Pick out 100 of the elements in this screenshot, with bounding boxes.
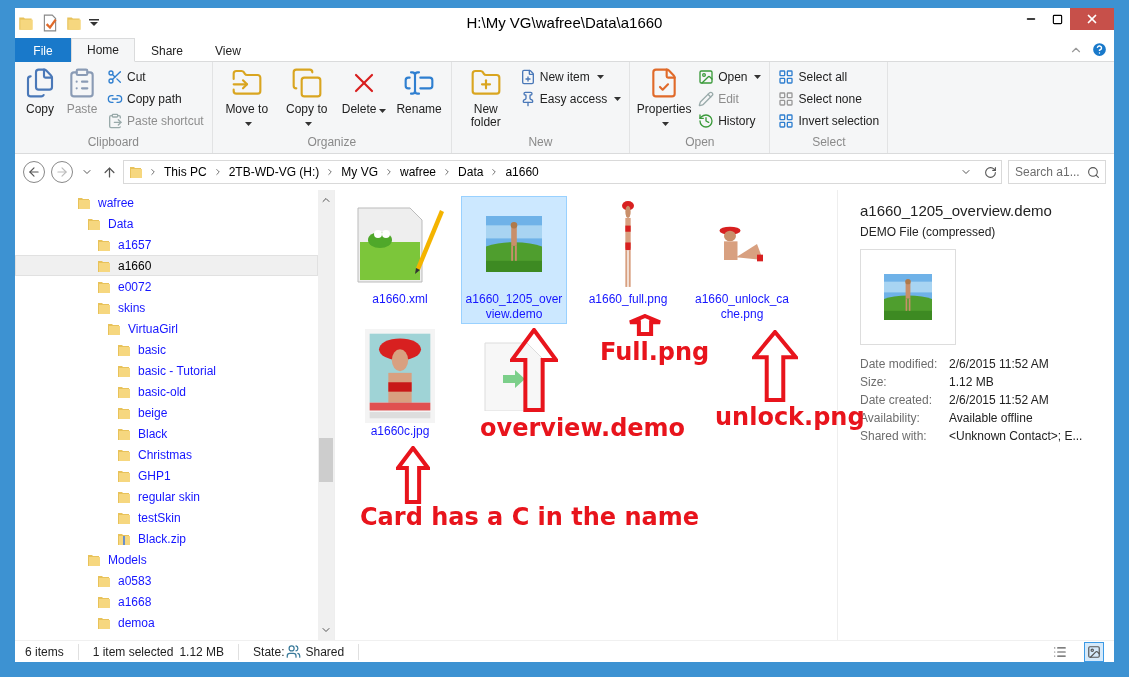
close-icon [1085,12,1099,26]
breadcrumb[interactable]: a1660 [503,165,541,179]
tree-item[interactable]: a1668 [15,591,318,612]
tree-item[interactable]: basic - Tutorial [15,360,318,381]
tree-item[interactable]: Data [15,213,318,234]
tree-item[interactable]: a1660 [15,255,318,276]
scissors-icon [107,69,123,85]
ribbon-button[interactable]: History [696,111,764,131]
tree-item[interactable]: Black.zip [15,528,318,549]
tree-item[interactable]: e0072 [15,276,318,297]
ribbon-button[interactable]: Copy to [278,65,335,135]
ribbon-tab[interactable]: Share [135,38,200,62]
ribbon-button[interactable]: Easy access [517,89,624,109]
help-icon[interactable] [1091,41,1108,58]
pencil-icon [698,91,715,107]
details-title: a1660_1205_overview.demo [860,202,1053,219]
tree-item[interactable]: wafree [15,192,318,213]
ribbon-button[interactable]: New item [517,67,624,87]
file-item[interactable]: a1660_1205_overview.demo [461,196,567,324]
group-label: Open [684,135,716,151]
property-label: Date created: [860,393,934,407]
grid-icon [778,91,795,107]
scrollbar-thumb[interactable] [319,438,333,482]
image-icon [1087,644,1101,659]
chevron-icon [384,167,394,177]
ribbon-button[interactable]: Properties [636,65,693,135]
property-value: <Unknown Contact>; E... [949,429,1084,443]
property-label: Shared with: [860,429,928,443]
ribbon-button[interactable]: Select none [776,89,882,109]
file-item[interactable]: a1660_full.png [575,196,681,324]
tree-item[interactable]: testSkin [15,507,318,528]
ribbon-button[interactable]: Delete [338,65,390,135]
breadcrumb[interactable]: This PC [162,165,209,179]
folder-icon [128,164,144,180]
ribbon-button[interactable]: Select all [776,67,882,87]
large-icons-view-button[interactable] [1084,641,1104,662]
item-count: 6 items [25,644,64,659]
property-value: 2/6/2015 11:52 AM [949,393,1050,407]
tree-item[interactable]: beige [15,402,318,423]
annotation-label: overview.demo [480,414,686,442]
group-label: Select [811,135,847,151]
group-label: New [527,135,554,151]
arrow-icon [510,328,558,412]
properties-icon[interactable] [41,14,59,32]
ribbon-button[interactable]: Open [696,67,764,87]
arrow-icon [628,314,662,336]
tree-item[interactable]: GHP1 [15,465,318,486]
breadcrumb[interactable]: Data [456,165,486,179]
state-value: Shared [305,644,345,659]
refresh-icon[interactable] [984,165,997,179]
search-field[interactable]: Search a1... [1008,160,1106,184]
file-item[interactable]: a1660c.jpg [347,328,453,456]
maximize-icon [1051,13,1063,25]
tree-item[interactable]: skins [15,297,318,318]
tree-item[interactable]: demoa [15,612,318,633]
tree-item[interactable]: Black [15,423,318,444]
property-label: Date modified: [860,357,939,371]
ribbon-button[interactable]: Rename [393,65,445,135]
file-item[interactable]: a1660_unlock_cache.png [689,196,795,324]
users-icon [286,644,302,659]
file-menu-button[interactable]: File [15,38,71,62]
ribbon-button[interactable]: Copy path [105,89,206,109]
tree-item[interactable]: a1657 [15,234,318,255]
property-value: 2/6/2015 11:52 AM [949,357,1050,371]
ribbon-button[interactable]: Cut [105,67,206,87]
property-value: Available offline [949,411,1034,425]
tree-item[interactable]: basic [15,339,318,360]
folder-icon [17,14,35,32]
tree-item[interactable]: a0583 [15,570,318,591]
copy-icon [290,67,323,99]
chevron-icon [148,167,158,177]
grid-icon [778,69,795,85]
dropdown-icon[interactable] [89,19,99,27]
search-icon [1087,166,1100,179]
breadcrumb[interactable]: 2TB-WD-VG (H:) [226,165,322,179]
scrollbar-track[interactable] [318,190,334,640]
file-item[interactable]: a1660.xml [347,196,453,324]
tree-item[interactable]: regular skin [15,486,318,507]
ribbon-tab[interactable]: View [199,38,257,62]
selection-info: 1 item selected [92,644,174,659]
breadcrumb[interactable]: My VG [339,165,380,179]
tree-item[interactable]: Christmas [15,444,318,465]
group-label: Clipboard [86,135,141,151]
ribbon-button[interactable]: Move to [218,65,275,135]
tree-item[interactable]: VirtuaGirl [15,318,318,339]
tree-item[interactable]: Models [15,549,318,570]
group-label: Organize [306,135,358,151]
ribbon-button[interactable]: Copy [21,65,59,135]
grid-icon [778,113,795,129]
breadcrumb[interactable]: wafree [398,165,439,179]
ribbon-tab[interactable]: Home [71,38,135,62]
history-icon [698,113,715,129]
ribbon-button[interactable]: Invert selection [776,111,882,131]
ribbon-button[interactable]: New folder [457,65,514,135]
documents-icon [24,67,56,99]
tree-item[interactable]: basic-old [15,381,318,402]
property-label: Size: [860,375,888,389]
address-bar[interactable]: This PC 2TB-WD-VG (H:) My VG wafree Data a1660 [123,160,1002,184]
file-type: DEMO File (compressed) [860,225,997,239]
arrow-icon [752,330,798,402]
